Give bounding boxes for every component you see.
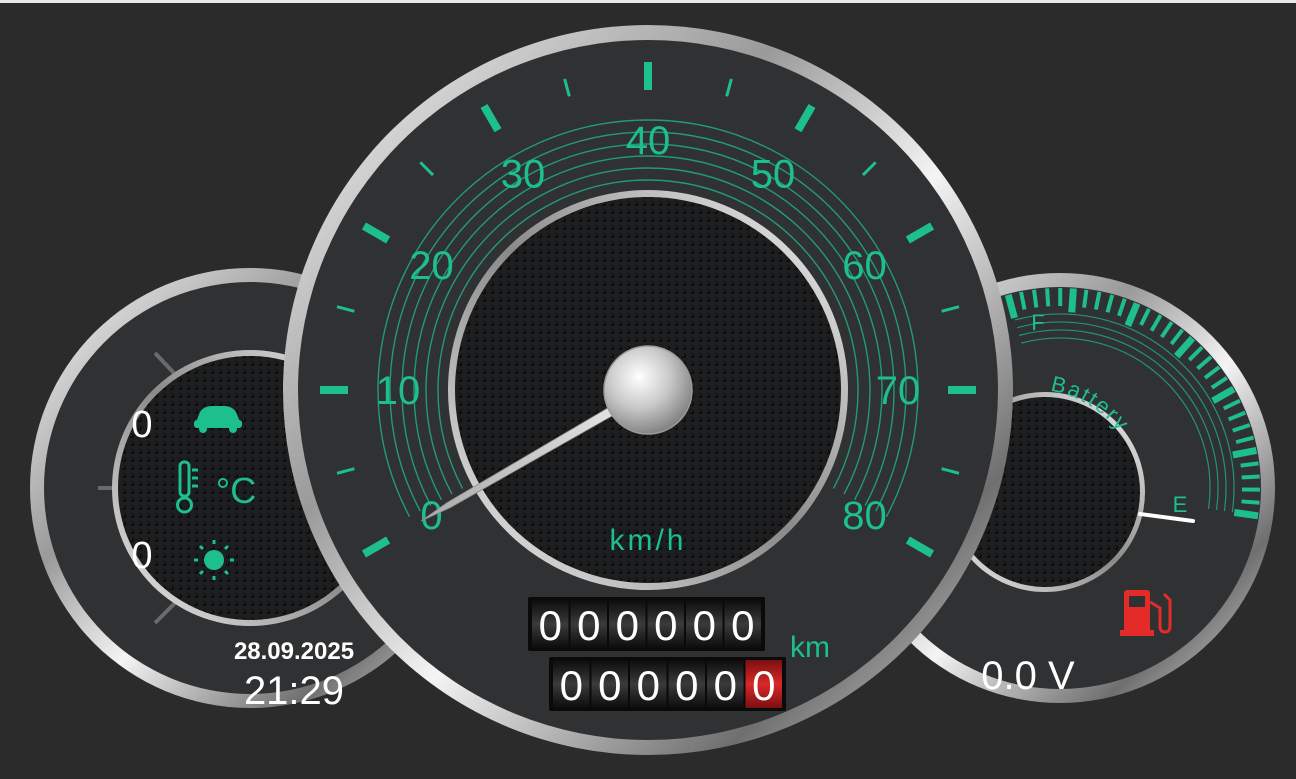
speed-label: 10	[376, 369, 421, 413]
speed-unit: km/h	[609, 524, 686, 557]
speed-label: 60	[842, 244, 887, 288]
odometer-digit: 0	[598, 662, 621, 709]
speed-label: 30	[501, 152, 546, 196]
speed-label: 80	[842, 494, 887, 538]
odometer-total: 000000	[528, 597, 765, 651]
odometer-digit: 0	[560, 662, 583, 709]
battery-minor-tick	[1240, 461, 1259, 468]
temp-unit: °C	[216, 470, 256, 511]
odometer-digit: 0	[654, 602, 677, 649]
battery-minor-tick	[1241, 474, 1260, 480]
battery-major-tick	[1068, 288, 1077, 313]
odometer-trip: 000000	[549, 657, 786, 711]
odometer-digit: 0	[616, 602, 639, 649]
odometer-digit: 0	[714, 662, 737, 709]
needle-hub	[603, 345, 693, 435]
battery-minor-tick	[1032, 289, 1039, 308]
instrument-cluster: 0 0 °C 28.09.2025 21:29 Battery F E 0.0 …	[30, 25, 1275, 755]
speed-label: 40	[626, 119, 671, 163]
speed-label: 20	[409, 244, 454, 288]
speed-label: 70	[876, 369, 921, 413]
battery-full-mark: F	[1031, 310, 1044, 335]
battery-empty-mark: E	[1173, 492, 1188, 517]
left-top-value: 0	[131, 404, 152, 446]
battery-minor-tick	[1045, 288, 1051, 307]
odometer-digit: 0	[675, 662, 698, 709]
voltage-display: 0.0 V	[981, 654, 1075, 698]
battery-minor-tick	[1241, 499, 1260, 505]
odometer-trip-last-digit: 0	[752, 662, 775, 709]
speedometer: 01020304050607080 km/h 000000 000000 km	[283, 25, 1013, 755]
odometer-digit: 0	[539, 602, 562, 649]
odometer-digit: 0	[637, 662, 660, 709]
odometer-digit: 0	[731, 602, 754, 649]
odometer-digit: 0	[693, 602, 716, 649]
battery-major-tick	[1232, 446, 1258, 459]
odometer-unit: km	[790, 631, 830, 664]
battery-major-tick	[1233, 509, 1259, 520]
speed-label: 50	[751, 152, 796, 196]
left-bottom-value: 0	[131, 535, 152, 577]
odometer-digit: 0	[577, 602, 600, 649]
time-display: 21:29	[244, 669, 344, 713]
battery-minor-tick	[1082, 289, 1089, 308]
date-display: 28.09.2025	[234, 638, 354, 665]
